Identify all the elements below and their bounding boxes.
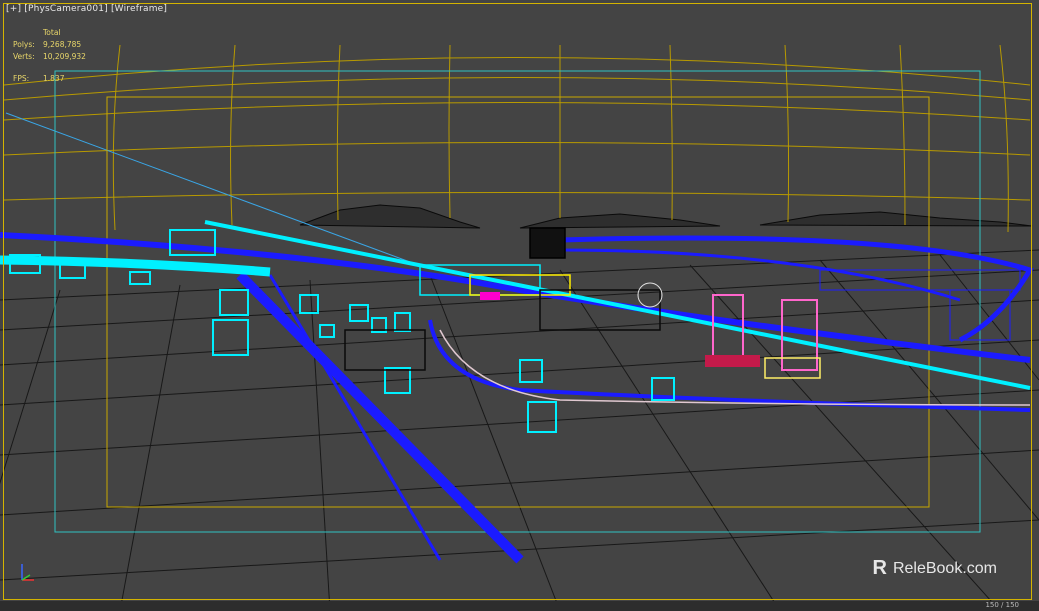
stats-verts-value: 10,209,932 [43,52,86,61]
stats-verts-label: Verts: [13,52,35,61]
stats-fps: FPS: 1.837 [13,73,86,85]
viewport-camera-menu[interactable]: [PhysCamera001] [24,4,108,14]
time-slider-bar[interactable] [0,601,1039,611]
viewport-menu-plus[interactable]: [+] [6,4,21,14]
axis-gizmo-icon [21,564,34,581]
sky-grid [3,44,1031,233]
viewport-wireframe[interactable]: [+] [PhysCamera001] [Wireframe] Total Po… [0,0,1039,611]
stats-fps-value: 1.837 [43,74,65,83]
viewport-label: [+] [PhysCamera001] [Wireframe] [6,4,167,14]
watermark: R ReleBook.com [873,557,998,580]
frame-counter: 150 / 150 [985,601,1019,609]
watermark-text: ReleBook.com [892,559,997,577]
viewport-shading-menu[interactable]: [Wireframe] [111,4,167,14]
river-edge [439,329,1031,406]
watermark-logo-icon: R [872,557,887,579]
mountains [299,204,1033,229]
stats-header: Total [43,28,61,37]
wireframe-scene [0,44,1039,611]
stats-polys-label: Polys: [13,40,35,49]
stats-verts: Verts: 10,209,932 [13,51,86,63]
stats-polys: Polys: 9,268,785 [13,39,86,51]
stats-polys-value: 9,268,785 [43,40,82,49]
stats-fps-label: FPS: [13,74,30,83]
statistics-overlay: Total Polys: 9,268,785 Verts: 10,209,932… [13,27,86,85]
